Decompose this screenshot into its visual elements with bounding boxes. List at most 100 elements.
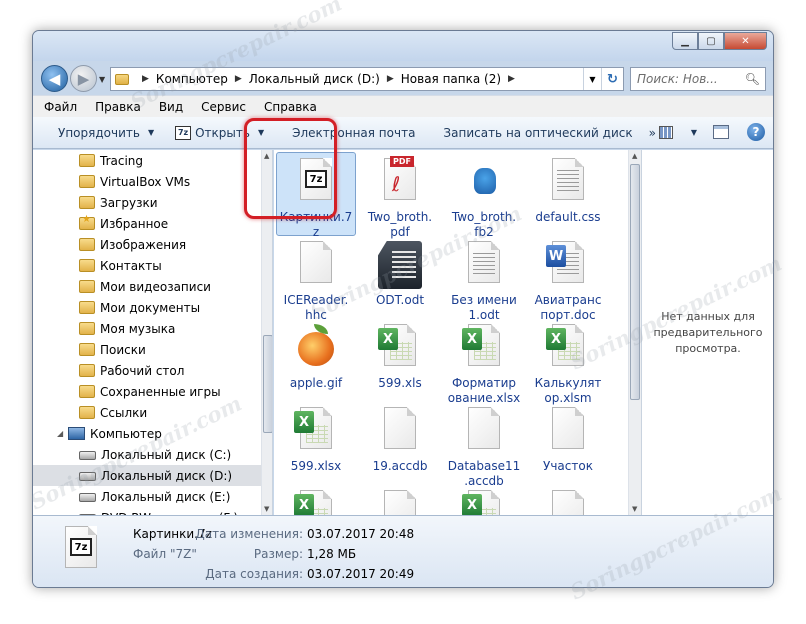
expand-triangle-icon[interactable]: ◢	[57, 429, 68, 438]
file-item[interactable]: X Форматир ование.xlsx	[444, 318, 524, 408]
sidebar-item[interactable]: DVD RW дисковод (F:)	[33, 507, 261, 515]
preview-pane-icon[interactable]	[713, 125, 729, 139]
menu-view[interactable]: Вид	[159, 100, 183, 114]
computer-icon	[68, 427, 85, 440]
file-item[interactable]: X Калькулят ор.xlsm	[528, 318, 608, 408]
file-item[interactable]: W Авиатранс порт.doc	[528, 235, 608, 325]
file-item[interactable]: X 599.xls	[360, 318, 440, 408]
close-button[interactable]: ✕	[724, 32, 767, 50]
sidebar-item[interactable]: ◢ Компьютер	[33, 423, 261, 444]
sidebar-item[interactable]: Мои видеозаписи	[33, 276, 261, 297]
menu-tools[interactable]: Сервис	[201, 100, 246, 114]
file-item[interactable]	[528, 484, 608, 515]
sidebar-item[interactable]: VirtualBox VMs	[33, 171, 261, 192]
file-list-scroll-thumb[interactable]	[630, 164, 640, 400]
sidebar-item-label: Компьютер	[90, 426, 162, 441]
sidebar-item[interactable]: Сохраненные игры	[33, 381, 261, 402]
sidebar-item[interactable]: Загрузки	[33, 192, 261, 213]
file-item[interactable]: Database11 .accdb	[444, 401, 524, 491]
selection-highlight-ring	[244, 118, 337, 219]
file-name: default.css	[528, 210, 608, 225]
excel-file-icon: X	[378, 324, 422, 374]
file-item[interactable]: Two_broth. fb2	[444, 152, 524, 242]
sidebar-item[interactable]: Локальный диск (C:)	[33, 444, 261, 465]
excel-badge: X	[294, 494, 314, 515]
breadcrumb-chevron-icon[interactable]: ▶	[508, 74, 515, 84]
menu-edit[interactable]: Правка	[95, 100, 141, 114]
sidebar-item[interactable]: Tracing	[33, 150, 261, 171]
file-item[interactable]: ICEReader. hhc	[276, 235, 356, 325]
sidebar-item[interactable]: Мои документы	[33, 297, 261, 318]
sidebar-item[interactable]: Моя музыка	[33, 318, 261, 339]
sidebar-item[interactable]: Рабочий стол	[33, 360, 261, 381]
scroll-up-icon[interactable]: ▲	[632, 152, 637, 160]
organize-button[interactable]: Упорядочить ▼	[58, 126, 154, 140]
view-dropdown-icon[interactable]: ▼	[691, 128, 697, 137]
breadcrumb-drive-d[interactable]: Локальный диск (D:)	[249, 72, 380, 86]
sidebar-item[interactable]: Ссылки	[33, 402, 261, 423]
sidebar-item-label: Мои видеозаписи	[100, 279, 211, 294]
organize-label: Упорядочить	[58, 125, 140, 140]
blank-file-icon	[462, 407, 506, 457]
sidebar-item-label: Локальный диск (C:)	[101, 447, 232, 462]
breadcrumb-chevron-icon[interactable]: ▶	[235, 74, 242, 84]
file-item[interactable]: ODT.odt	[360, 235, 440, 325]
nav-scroll-thumb[interactable]	[263, 335, 272, 433]
folder-icon	[79, 175, 95, 188]
file-item[interactable]: PDF ℓ Two_broth. pdf	[360, 152, 440, 242]
search-input[interactable]: Поиск: Нов... 🔍︎	[630, 67, 766, 91]
file-item[interactable]: X	[444, 484, 524, 515]
help-icon[interactable]: ?	[747, 123, 765, 141]
toolbar-overflow-button[interactable]: »	[649, 126, 656, 140]
back-button[interactable]: ◀	[41, 65, 68, 92]
chevron-right-icon: »	[648, 125, 656, 140]
burn-button[interactable]: Записать на оптический диск	[443, 126, 632, 140]
maximize-button[interactable]: ▢	[698, 32, 724, 50]
folder-icon	[115, 73, 129, 85]
menu-file[interactable]: Файл	[44, 100, 77, 114]
burn-label: Записать на оптический диск	[443, 125, 633, 140]
minimize-button[interactable]: ▁	[672, 32, 698, 50]
sidebar-item[interactable]: Локальный диск (E:)	[33, 486, 261, 507]
file-item[interactable]: Без имени 1.odt	[444, 235, 524, 325]
breadcrumb-computer[interactable]: Компьютер	[156, 72, 228, 86]
sidebar-item[interactable]: Контакты	[33, 255, 261, 276]
file-item[interactable]: Участок	[528, 401, 608, 491]
refresh-icon[interactable]: ↻	[601, 68, 623, 90]
file-item[interactable]: 19.accdb	[360, 401, 440, 491]
sidebar-item[interactable]: Избранное	[33, 213, 261, 234]
sidebar-item-label: Загрузки	[100, 195, 158, 210]
address-bar[interactable]: ▶ Компьютер ▶ Локальный диск (D:) ▶ Нова…	[110, 67, 624, 91]
sidebar-item[interactable]: Изображения	[33, 234, 261, 255]
7z-file-icon: 7z	[59, 526, 99, 576]
sidebar-item[interactable]: Локальный диск (D:)	[33, 465, 261, 486]
file-item[interactable]: X	[276, 484, 356, 515]
file-item[interactable]: default.css	[528, 152, 608, 242]
breadcrumb-chevron-icon[interactable]: ▶	[387, 74, 394, 84]
menu-help[interactable]: Справка	[264, 100, 317, 114]
view-options-icon[interactable]	[658, 125, 673, 139]
file-item[interactable]: X 599.xlsx	[276, 401, 356, 491]
folder-icon	[79, 301, 95, 314]
file-name: 19.accdb	[360, 459, 440, 474]
text-lines	[557, 170, 579, 192]
sidebar-item[interactable]: Поиски	[33, 339, 261, 360]
acrobat-swirl-icon: ℓ	[392, 172, 401, 196]
file-list-scrollbar[interactable]: ▲ ▼	[628, 150, 641, 515]
file-item[interactable]: apple.gif	[276, 318, 356, 408]
scroll-down-icon[interactable]: ▼	[264, 505, 269, 513]
breadcrumb-chevron-icon[interactable]: ▶	[142, 74, 149, 84]
search-icon[interactable]: 🔍︎	[745, 72, 760, 86]
file-page-shape	[552, 407, 584, 449]
fb2-reader-icon	[474, 168, 496, 194]
address-dropdown-icon[interactable]: ▼	[583, 68, 601, 90]
file-item[interactable]	[360, 484, 440, 515]
7z-app-icon: 7z	[175, 125, 192, 140]
scroll-down-icon[interactable]: ▼	[632, 505, 637, 513]
sidebar-item-label: Моя музыка	[100, 321, 176, 336]
forward-button[interactable]: ▶	[70, 65, 97, 92]
breadcrumb-current-folder[interactable]: Новая папка (2)	[401, 72, 501, 86]
text-lines	[473, 253, 495, 275]
sidebar-item-label: Локальный диск (D:)	[101, 468, 233, 483]
recent-pages-dropdown-icon[interactable]: ▼	[99, 75, 105, 84]
